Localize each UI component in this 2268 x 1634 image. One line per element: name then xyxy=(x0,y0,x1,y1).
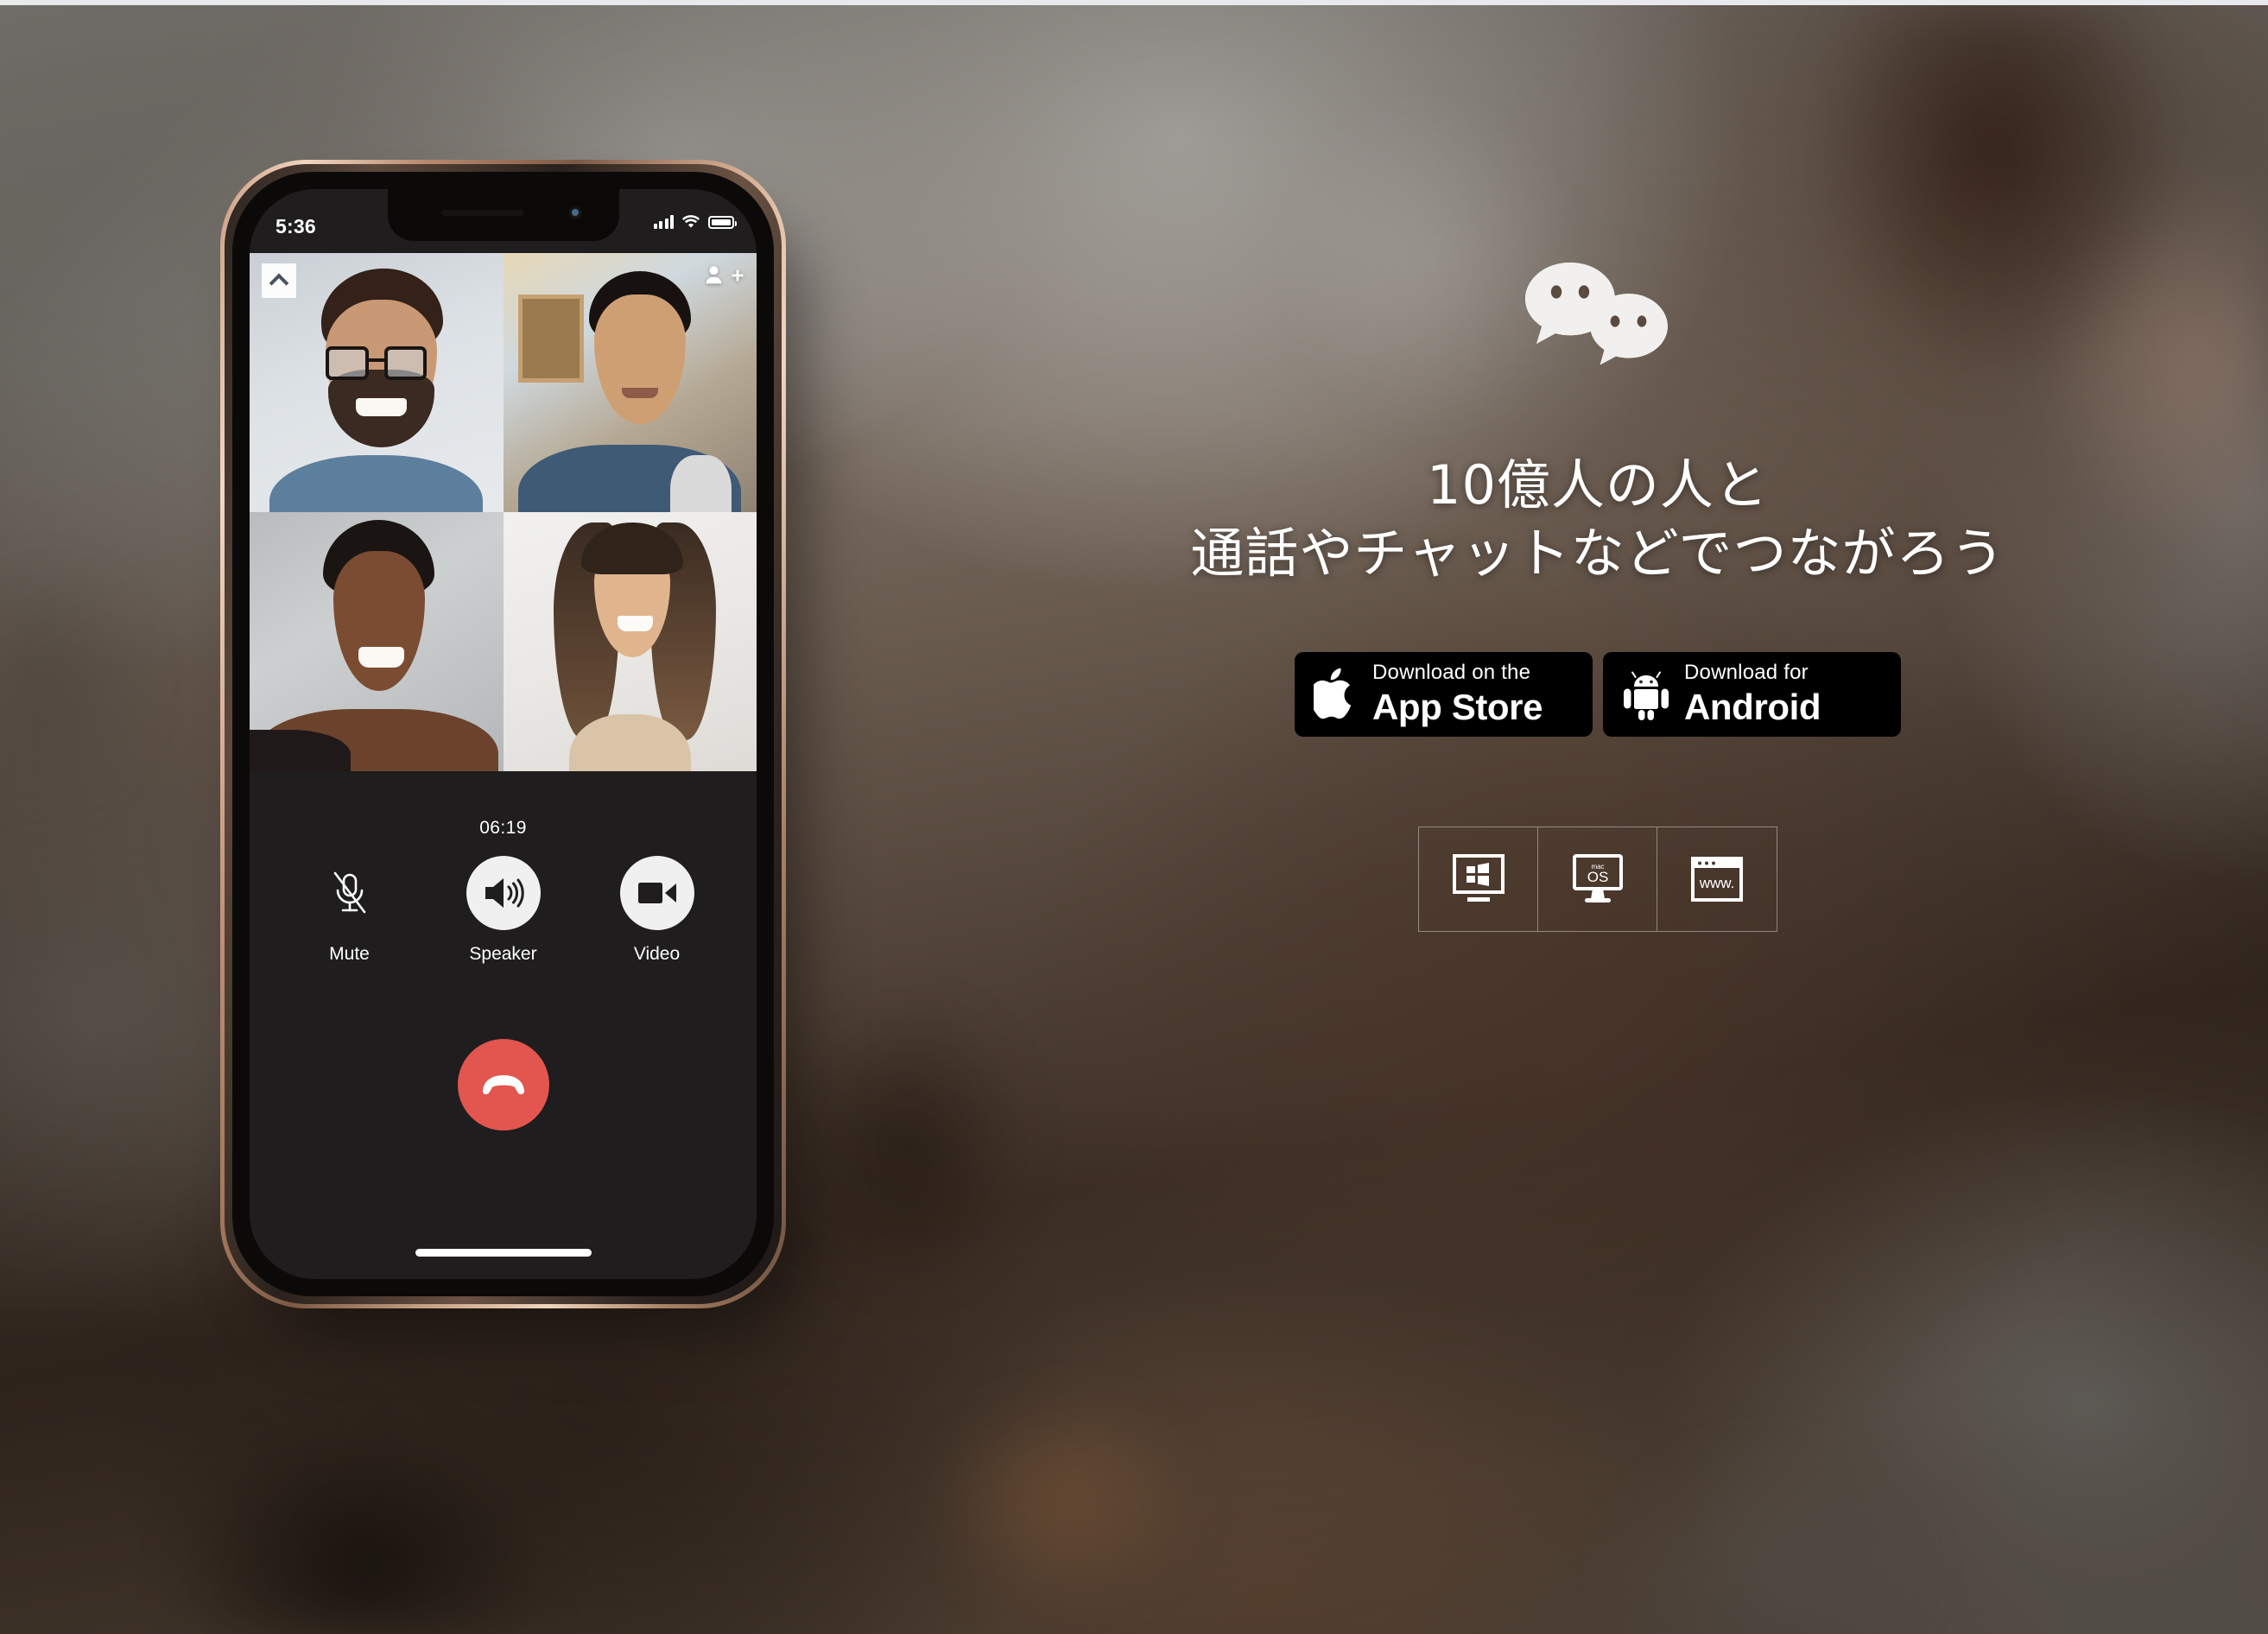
video-tile-participant-1[interactable] xyxy=(250,253,504,512)
video-tile-participant-3[interactable] xyxy=(250,512,504,771)
notch xyxy=(387,189,619,241)
platform-windows[interactable] xyxy=(1419,826,1538,931)
video-tile-participant-2[interactable] xyxy=(503,253,757,512)
status-bar-indicators xyxy=(653,215,737,229)
macos-display-icon: mac OS xyxy=(1572,853,1623,902)
app-store-top-label: Download on the xyxy=(1372,660,1531,684)
video-label: Video xyxy=(633,944,681,964)
status-bar-time: 5:36 xyxy=(276,215,316,238)
cellular-bars-icon xyxy=(653,215,674,229)
speaker-icon xyxy=(485,878,524,908)
platform-web[interactable]: www. xyxy=(1657,827,1777,931)
front-camera-icon xyxy=(567,206,583,220)
phone-frame-inner: 5:36 06:19 Mute Speaker Video xyxy=(225,164,782,1304)
app-store-bottom-label: App Store xyxy=(1372,686,1543,727)
chevron-up-icon xyxy=(269,273,289,294)
call-duration-timer: 06:19 xyxy=(479,818,527,838)
platform-macos[interactable]: mac OS xyxy=(1538,826,1657,931)
android-robot-icon xyxy=(1624,671,1669,721)
video-call-grid xyxy=(250,253,757,771)
home-indicator[interactable] xyxy=(415,1249,592,1257)
hero-column: 10億人の人と 通話やチャットなどでつながろう Download on the … xyxy=(1157,259,2038,932)
battery-full-icon xyxy=(708,215,737,229)
app-store-button[interactable]: Download on the App Store xyxy=(1295,651,1593,737)
speaker-button[interactable]: Speaker xyxy=(456,856,551,965)
video-camera-icon xyxy=(637,883,676,903)
call-controls-panel: 06:19 Mute Speaker Video xyxy=(250,771,757,1279)
web-browser-icon: www. xyxy=(1691,856,1743,902)
end-call-button[interactable] xyxy=(457,1039,549,1130)
video-button[interactable]: Video xyxy=(610,856,705,965)
page-root: 5:36 06:19 Mute Speaker Video 10億人の人と 通話… xyxy=(0,0,2268,1634)
svg-text:www.: www. xyxy=(1699,875,1735,891)
android-bottom-label: Android xyxy=(1684,686,1821,727)
add-participant-button[interactable] xyxy=(705,263,744,288)
android-top-label: Download for xyxy=(1684,660,1809,684)
android-store-button[interactable]: Download for Android xyxy=(1603,651,1901,737)
mute-icon-wrap xyxy=(313,856,387,930)
participant-avatar xyxy=(503,512,757,771)
platform-links-row: mac OS www. xyxy=(1418,826,1777,932)
headline-line-2: 通話やチャットなどでつながろう xyxy=(1190,522,2005,586)
call-control-buttons: Mute Speaker Video xyxy=(250,856,757,965)
phone-mockup: 5:36 06:19 Mute Speaker Video xyxy=(220,160,786,1308)
top-edge-strip xyxy=(0,0,2268,5)
video-tile-participant-4[interactable] xyxy=(503,512,757,771)
collapse-grid-button[interactable] xyxy=(262,263,296,298)
participant-avatar xyxy=(250,512,504,771)
status-bar: 5:36 xyxy=(250,189,757,253)
svg-text:OS: OS xyxy=(1587,869,1608,885)
participant-avatar xyxy=(503,253,757,512)
video-icon-wrap xyxy=(619,856,694,930)
phone-metal-frame: 5:36 06:19 Mute Speaker Video xyxy=(220,160,786,1308)
speaker-icon-wrap xyxy=(466,856,541,930)
earpiece-speaker-icon xyxy=(440,210,524,216)
windows-desktop-icon xyxy=(1452,853,1505,902)
microphone-muted-icon xyxy=(333,871,365,914)
headline-line-1: 10億人の人と xyxy=(1427,453,1769,516)
apple-logo-icon xyxy=(1314,668,1352,719)
speaker-label: Speaker xyxy=(469,944,537,964)
mute-label: Mute xyxy=(329,944,370,964)
hang-up-phone-icon xyxy=(482,1075,524,1095)
phone-body: 5:36 06:19 Mute Speaker Video xyxy=(232,172,774,1296)
hero-headline: 10億人の人と 通話やチャットなどでつながろう xyxy=(1190,451,2005,588)
phone-screen: 5:36 06:19 Mute Speaker Video xyxy=(250,189,757,1279)
add-person-icon xyxy=(706,266,722,284)
wechat-bubbles-logo xyxy=(1520,259,1676,371)
mute-button[interactable]: Mute xyxy=(302,856,397,965)
plus-icon xyxy=(732,269,744,282)
wifi-icon xyxy=(681,215,700,228)
store-buttons-row: Download on the App Store Download for A… xyxy=(1295,651,1901,737)
